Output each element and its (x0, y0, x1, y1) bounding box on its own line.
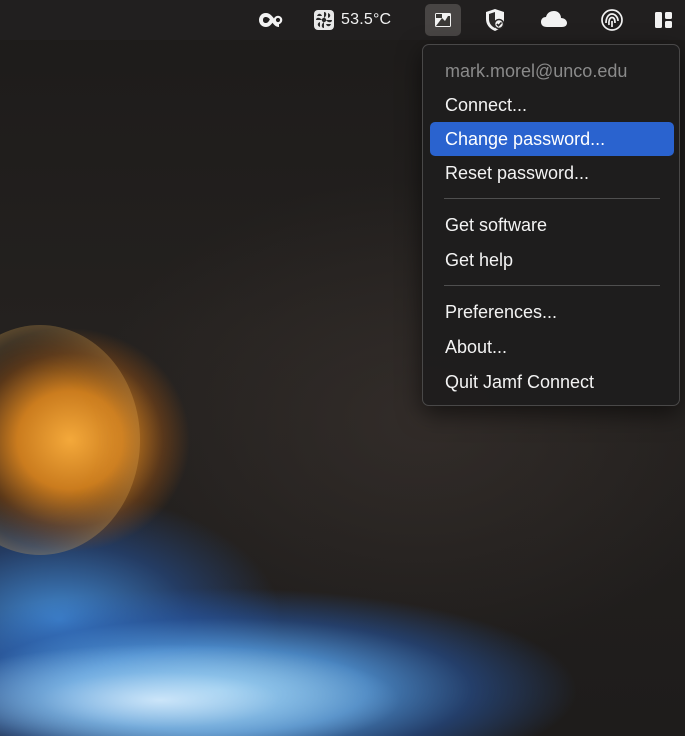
cloud-icon[interactable] (535, 0, 573, 40)
menu-separator (444, 198, 660, 199)
menu-separator (444, 285, 660, 286)
fingerprint-icon[interactable] (596, 0, 628, 40)
account-email: mark.morel@unco.edu (445, 61, 628, 81)
get-help-menu-item[interactable]: Get help (430, 243, 674, 277)
temperature-label: 53.5°C (341, 11, 392, 28)
wallpaper-blue-glare (0, 560, 420, 736)
get-software-menu-item[interactable]: Get software (430, 208, 674, 242)
shield-check-icon[interactable] (479, 0, 511, 40)
preferences-menu-item[interactable]: Preferences... (430, 295, 674, 329)
jamf-connect-icon[interactable] (425, 4, 461, 36)
about-menu-item[interactable]: About... (430, 330, 674, 364)
fan-icon (314, 10, 334, 30)
wallpaper-orange-orb (0, 325, 140, 555)
reset-password-menu-item[interactable]: Reset password... (430, 156, 674, 190)
creative-cloud-icon[interactable] (253, 0, 287, 40)
quit-menu-item[interactable]: Quit Jamf Connect (430, 365, 674, 399)
jamf-connect-menu: mark.morel@unco.edu Connect... Change pa… (422, 44, 680, 406)
change-password-menu-item[interactable]: Change password... (430, 122, 674, 156)
control-center-icon[interactable] (653, 0, 685, 40)
connect-menu-item[interactable]: Connect... (430, 88, 674, 122)
temperature-indicator[interactable]: 53.5°C (313, 0, 413, 40)
menu-bar: 53.5°C (0, 0, 685, 40)
